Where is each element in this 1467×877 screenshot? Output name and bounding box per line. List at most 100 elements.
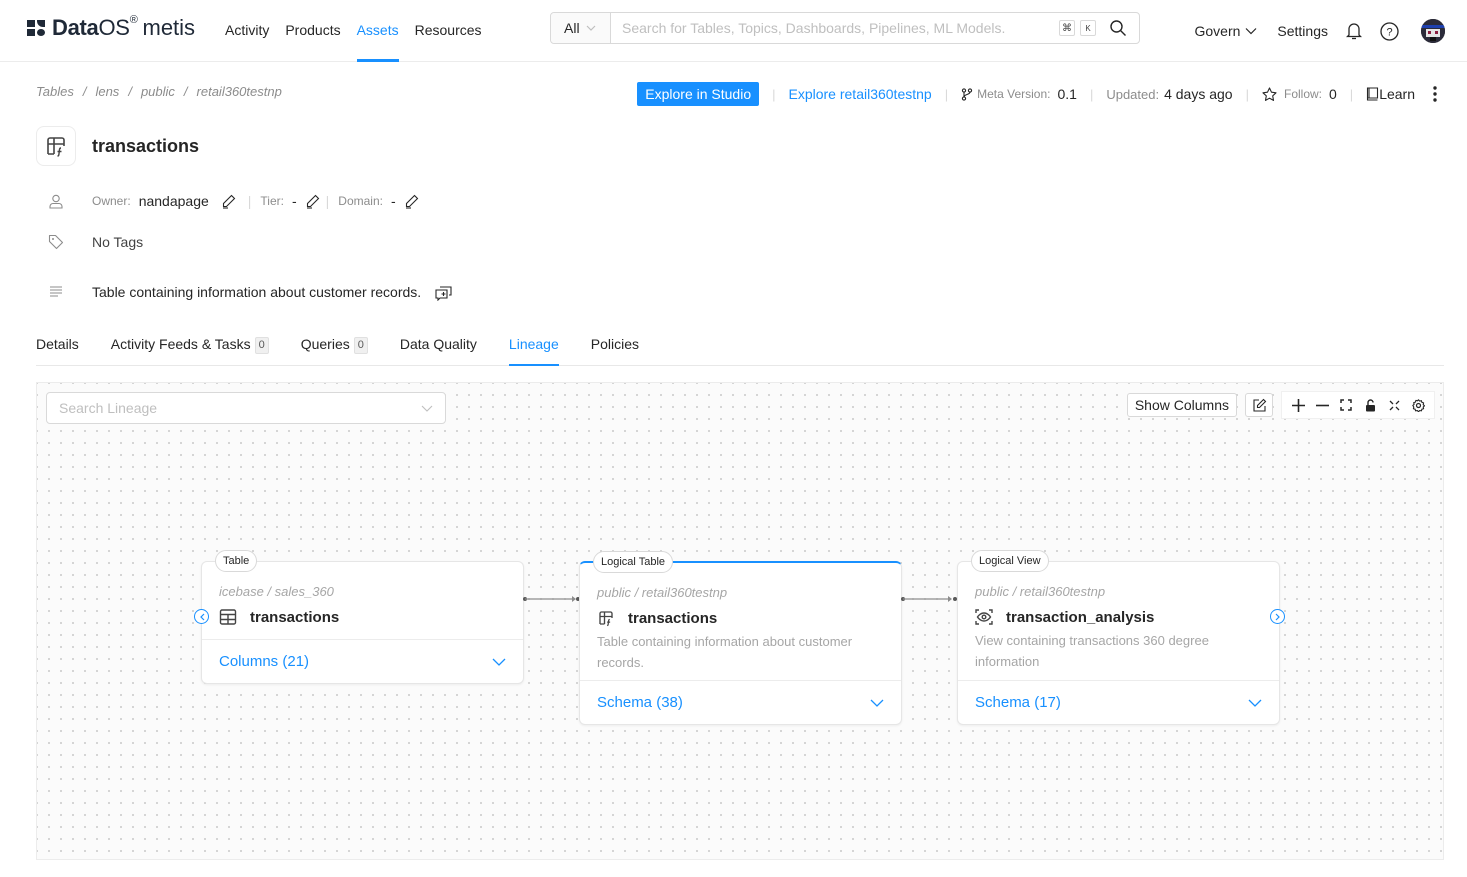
- owner-value[interactable]: nandapage: [139, 193, 209, 209]
- star-icon[interactable]: [1262, 86, 1277, 102]
- breadcrumb-separator: /: [82, 84, 87, 99]
- nav-assets[interactable]: Assets: [356, 0, 399, 62]
- comment-add-icon: [435, 286, 452, 301]
- lineage-search-input[interactable]: [59, 400, 421, 416]
- expand-downstream-button[interactable]: [1270, 609, 1285, 624]
- tab-label: Activity Feeds & Tasks: [110, 336, 251, 352]
- book-icon: [1367, 87, 1379, 101]
- node-path: public / retail360testnp: [975, 584, 1106, 599]
- lineage-node[interactable]: Logical View public / retail360testnp tr…: [957, 550, 1280, 725]
- lineage-edge: [901, 596, 957, 602]
- entity-tabs: Details Activity Feeds & Tasks 0 Queries 0…: [36, 326, 1444, 366]
- edit-lineage-button[interactable]: [1245, 393, 1273, 417]
- help-button[interactable]: ?: [1380, 21, 1399, 41]
- tab-activity-feeds[interactable]: Activity Feeds & Tasks 0: [111, 326, 269, 365]
- owner-label: Owner:: [92, 194, 131, 208]
- chevron-down-icon: [421, 405, 433, 412]
- domain-value: -: [390, 193, 396, 209]
- logo[interactable]: DataOS® metis: [27, 14, 195, 42]
- chevron-down-icon: [1245, 28, 1257, 35]
- search-scope-select[interactable]: All: [551, 13, 611, 43]
- govern-menu[interactable]: Govern: [1194, 23, 1257, 39]
- node-type-badge: Logical View: [971, 550, 1049, 572]
- node-schema-toggle[interactable]: Schema (38): [580, 680, 901, 724]
- main-nav: Activity Products Assets Resources: [225, 0, 498, 62]
- node-footer-label: Columns (21): [219, 653, 310, 670]
- edit-owner-button[interactable]: [221, 194, 236, 209]
- zoom-out-button[interactable]: [1310, 393, 1334, 417]
- node-name[interactable]: transactions: [597, 609, 717, 627]
- nav-resources[interactable]: Resources: [415, 0, 482, 62]
- meta-version-value: 0.1: [1057, 86, 1077, 102]
- node-name[interactable]: transactions: [219, 608, 339, 626]
- lineage-node-selected[interactable]: Logical Table public / retail360testnp t…: [579, 551, 902, 725]
- learn-label: Learn: [1379, 86, 1415, 102]
- user-avatar[interactable]: [1421, 19, 1445, 43]
- notifications-button[interactable]: [1346, 22, 1362, 40]
- learn-button[interactable]: Learn: [1366, 86, 1415, 102]
- breadcrumb-item[interactable]: public: [141, 84, 175, 99]
- fit-view-button[interactable]: [1334, 393, 1358, 417]
- tab-label: Queries: [300, 336, 350, 352]
- node-type-badge: Logical Table: [593, 551, 674, 573]
- logical-table-icon: [36, 126, 76, 166]
- explore-link[interactable]: Explore retail360testnp: [789, 86, 932, 102]
- lineage-canvas[interactable]: Show Columns Table icebase / sales_360 t…: [36, 382, 1444, 860]
- lock-button[interactable]: [1358, 393, 1382, 417]
- lineage-controls: Show Columns: [1126, 391, 1435, 419]
- lock-icon: [1365, 398, 1375, 411]
- tags-row: No Tags: [48, 234, 143, 250]
- node-footer-label: Schema (17): [975, 694, 1061, 711]
- pencil-icon: [306, 194, 319, 209]
- fit-view-icon: [1340, 399, 1352, 411]
- tab-data-quality[interactable]: Data Quality: [400, 326, 477, 365]
- divider: |: [772, 86, 776, 102]
- lineage-search-select[interactable]: [46, 392, 446, 424]
- node-name-text: transactions: [628, 609, 718, 627]
- lineage-settings-button[interactable]: [1406, 393, 1430, 417]
- breadcrumb-item[interactable]: Tables: [36, 84, 74, 99]
- branch-icon: [961, 87, 973, 101]
- tags-value[interactable]: No Tags: [92, 234, 143, 250]
- divider: |: [247, 193, 252, 209]
- edit-domain-button[interactable]: [404, 194, 419, 209]
- divider: |: [944, 86, 949, 102]
- lineage-node[interactable]: Table icebase / sales_360 transactions C…: [201, 550, 524, 684]
- more-menu-button[interactable]: [1433, 86, 1437, 102]
- node-name-text: transaction_analysis: [1006, 608, 1155, 626]
- tag-icon: [48, 234, 64, 250]
- show-columns-button[interactable]: Show Columns: [1126, 393, 1237, 417]
- logical-table-icon: [597, 609, 615, 627]
- updated-value: 4 days ago: [1164, 86, 1233, 102]
- request-description-button[interactable]: [435, 286, 452, 301]
- expand-upstream-button[interactable]: [194, 609, 209, 624]
- chevron-down-icon: [586, 23, 596, 34]
- tier-label: Tier:: [260, 194, 284, 208]
- nav-products[interactable]: Products: [285, 0, 340, 62]
- settings-link[interactable]: Settings: [1277, 23, 1328, 39]
- breadcrumb-item[interactable]: retail360testnp: [197, 84, 282, 99]
- node-columns-toggle[interactable]: Columns (21): [202, 639, 523, 683]
- edit-tier-button[interactable]: [305, 194, 320, 209]
- tab-label: Lineage: [508, 336, 559, 352]
- tab-details[interactable]: Details: [36, 326, 79, 365]
- nav-activity[interactable]: Activity: [225, 0, 269, 62]
- tab-policies[interactable]: Policies: [591, 326, 639, 365]
- fullscreen-button[interactable]: [1382, 393, 1406, 417]
- global-search-input[interactable]: [611, 20, 1059, 36]
- tab-queries[interactable]: Queries 0: [301, 326, 368, 365]
- zoom-in-button[interactable]: [1286, 393, 1310, 417]
- node-description: View containing transactions 360 degree …: [975, 633, 1209, 669]
- divider: |: [1245, 86, 1249, 102]
- lineage-edge: [523, 596, 580, 602]
- breadcrumb-separator: /: [183, 84, 188, 99]
- tab-lineage[interactable]: Lineage: [508, 326, 559, 366]
- node-name[interactable]: transaction_analysis: [975, 608, 1154, 626]
- updated-label: Updated:: [1106, 86, 1160, 102]
- shortcut-cmd-key: ⌘: [1059, 20, 1075, 36]
- divider: |: [1089, 86, 1094, 102]
- node-schema-toggle[interactable]: Schema (17): [958, 680, 1279, 724]
- explore-in-studio-button[interactable]: Explore in Studio: [637, 82, 760, 106]
- breadcrumb-item[interactable]: lens: [95, 84, 119, 99]
- search-icon[interactable]: [1109, 19, 1127, 37]
